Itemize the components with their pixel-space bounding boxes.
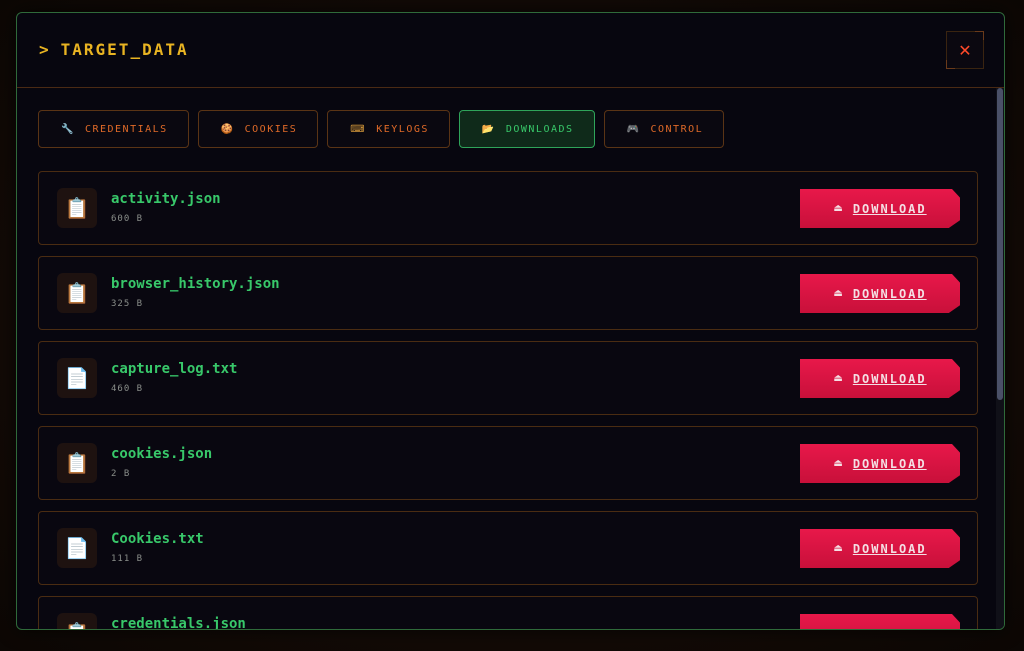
modal-header: > TARGET_DATA ✕ (17, 13, 1004, 88)
tab-label: CREDENTIALS (84, 123, 168, 135)
close-button[interactable]: ✕ (946, 31, 984, 69)
file-row: 📋 credentials.json ⏏ DOWNLOAD (38, 596, 978, 630)
file-size: 460 B (111, 384, 144, 394)
download-button[interactable]: ⏏ DOWNLOAD (800, 444, 960, 483)
document-icon: 📄 (57, 358, 97, 398)
download-button[interactable]: ⏏ DOWNLOAD (800, 359, 960, 398)
file-row: 📄 Cookies.txt 111 B ⏏ DOWNLOAD (38, 511, 978, 585)
tab-credentials[interactable]: 🔧 CREDENTIALS (38, 110, 189, 148)
file-size: 111 B (111, 554, 144, 564)
file-row: 📄 capture_log.txt 460 B ⏏ DOWNLOAD (38, 341, 978, 415)
tab-keylogs[interactable]: ⌨ KEYLOGS (327, 110, 450, 148)
clipboard-icon: 📋 (57, 613, 97, 629)
clipboard-icon: 📋 (57, 273, 97, 313)
target-data-modal: > TARGET_DATA ✕ 🔧 CREDENTIALS 🍪 COOKIES ⌨ KEYL… (16, 12, 1005, 630)
tab-bar: 🔧 CREDENTIALS 🍪 COOKIES ⌨ KEYLOGS 📂 DOWNLOADS 🎮 C… (38, 110, 725, 148)
download-label: DOWNLOAD (852, 456, 927, 471)
file-row: 📋 browser_history.json 325 B ⏏ DOWNLOAD (38, 256, 978, 330)
download-label: DOWNLOAD (853, 627, 927, 630)
close-icon: ✕ (958, 40, 972, 60)
download-label: DOWNLOAD (852, 201, 927, 216)
tray-icon: ⏏ (833, 543, 845, 554)
tab-label: DOWNLOADS (505, 123, 574, 135)
tray-icon: ⏏ (833, 203, 845, 214)
file-size: 2 B (111, 469, 131, 479)
prompt-glyph: > (39, 40, 51, 59)
download-label: DOWNLOAD (852, 541, 927, 556)
file-list[interactable]: 📋 activity.json 600 B ⏏ DOWNLOAD 📋 browser_his… (38, 171, 978, 630)
tab-label: CONTROL (650, 123, 704, 135)
document-icon: 📄 (57, 528, 97, 568)
scrollbar[interactable] (996, 88, 1004, 629)
tray-icon: ⏏ (833, 458, 845, 469)
download-button[interactable]: ⏏ DOWNLOAD (800, 614, 960, 630)
tab-label: KEYLOGS (376, 123, 429, 135)
file-name: Cookies.txt (111, 531, 204, 547)
gamepad-icon: 🎮 (626, 123, 641, 135)
modal-title-text: TARGET_DATA (60, 40, 189, 59)
tab-cookies[interactable]: 🍪 COOKIES (197, 110, 319, 148)
tray-icon: ⏏ (833, 288, 845, 299)
file-name: activity.json (111, 191, 221, 207)
download-label: DOWNLOAD (852, 286, 927, 301)
modal-title: > TARGET_DATA (39, 40, 189, 59)
file-name: credentials.json (111, 616, 246, 630)
scrollbar-thumb[interactable] (997, 88, 1003, 400)
file-size: 325 B (111, 299, 144, 309)
file-name: capture_log.txt (111, 361, 238, 377)
file-size: 600 B (111, 214, 144, 224)
tab-control[interactable]: 🎮 CONTROL (603, 110, 725, 148)
download-button[interactable]: ⏏ DOWNLOAD (800, 529, 960, 568)
file-name: cookies.json (111, 446, 213, 462)
keyboard-icon: ⌨ (350, 123, 367, 135)
file-row: 📋 cookies.json 2 B ⏏ DOWNLOAD (38, 426, 978, 500)
file-row: 📋 activity.json 600 B ⏏ DOWNLOAD (38, 171, 978, 245)
tray-icon: ⏏ (833, 628, 844, 629)
clipboard-icon: 📋 (57, 443, 97, 483)
download-label: DOWNLOAD (852, 371, 927, 386)
wrench-icon: 🔧 (61, 123, 75, 135)
tab-label: COOKIES (244, 123, 298, 135)
file-name: browser_history.json (111, 276, 280, 292)
tab-downloads[interactable]: 📂 DOWNLOADS (458, 110, 595, 148)
clipboard-icon: 📋 (57, 188, 97, 228)
download-button[interactable]: ⏏ DOWNLOAD (800, 274, 960, 313)
cookie-icon: 🍪 (220, 123, 235, 135)
download-button[interactable]: ⏏ DOWNLOAD (800, 189, 960, 228)
tray-icon: ⏏ (833, 373, 845, 384)
folder-icon: 📂 (481, 123, 496, 135)
